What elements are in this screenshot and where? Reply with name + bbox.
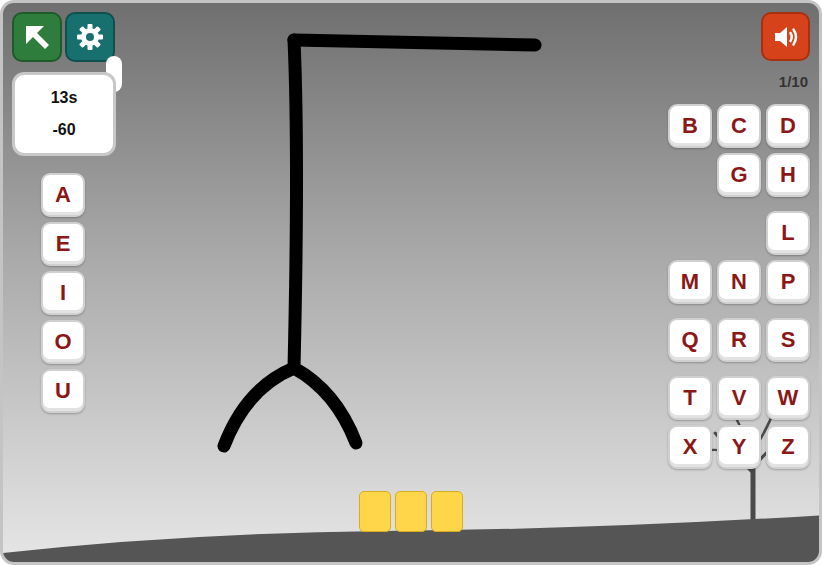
letter-key[interactable]: C — [717, 104, 761, 148]
key-group: TVW XYZ — [668, 376, 810, 469]
right-panel: 1/10 BCDGHLMNPQRSTVWXYZ — [668, 12, 810, 469]
vowel-keys: AEIOU — [41, 173, 116, 413]
key-group: BCDGH — [668, 104, 810, 197]
game-frame: 13s -60 AEIOU 1/10 BCDGHLMNPQRSTVWXYZ — [0, 0, 822, 565]
key-row: GH — [668, 153, 810, 197]
letter-key[interactable]: H — [766, 153, 810, 197]
letter-key[interactable]: I — [41, 271, 85, 315]
letter-key[interactable]: P — [766, 260, 810, 304]
letter-key[interactable]: U — [41, 369, 85, 413]
letter-key[interactable]: O — [41, 320, 85, 364]
settings-button[interactable] — [65, 12, 115, 62]
letter-key[interactable]: Q — [668, 318, 712, 362]
letter-key[interactable]: V — [717, 376, 761, 420]
letter-slot — [359, 491, 391, 532]
key-row: BCD — [668, 104, 810, 148]
progress-text: 1/10 — [779, 72, 808, 92]
letter-slot — [395, 491, 427, 532]
letter-key[interactable]: Y — [717, 425, 761, 469]
key-row: MNP — [668, 260, 810, 304]
score-text: -60 — [52, 118, 75, 142]
letter-key[interactable]: E — [41, 222, 85, 266]
letter-slot — [431, 491, 463, 532]
letter-key[interactable]: W — [766, 376, 810, 420]
key-row: QRS — [668, 318, 810, 362]
key-group: QRS — [668, 318, 810, 362]
empty-key-slot — [717, 211, 761, 255]
letter-key[interactable]: Z — [766, 425, 810, 469]
letter-key[interactable]: B — [668, 104, 712, 148]
letter-key[interactable]: G — [717, 153, 761, 197]
back-button[interactable] — [12, 12, 62, 62]
letter-key[interactable]: X — [668, 425, 712, 469]
letter-key[interactable]: S — [766, 318, 810, 362]
key-group: L MNP — [668, 211, 810, 304]
word-slots — [3, 491, 819, 532]
letter-key[interactable]: N — [717, 260, 761, 304]
gear-icon — [75, 22, 105, 52]
letter-key[interactable]: A — [41, 173, 85, 217]
letter-key[interactable]: R — [717, 318, 761, 362]
letter-key[interactable]: T — [668, 376, 712, 420]
empty-key-slot — [668, 153, 712, 197]
speaker-icon — [771, 22, 801, 52]
key-row: TVW — [668, 376, 810, 420]
back-arrow-icon — [22, 22, 52, 52]
key-row: XYZ — [668, 425, 810, 469]
key-row: L — [668, 211, 810, 255]
empty-key-slot — [668, 211, 712, 255]
letter-key[interactable]: D — [766, 104, 810, 148]
sound-button[interactable] — [761, 12, 810, 61]
letter-key[interactable]: M — [668, 260, 712, 304]
letter-key[interactable]: L — [766, 211, 810, 255]
timer-text: 13s — [51, 86, 78, 110]
left-panel: 13s -60 AEIOU — [12, 12, 116, 413]
timer-card: 13s -60 — [12, 72, 116, 156]
consonant-keys: BCDGHLMNPQRSTVWXYZ — [668, 104, 810, 469]
